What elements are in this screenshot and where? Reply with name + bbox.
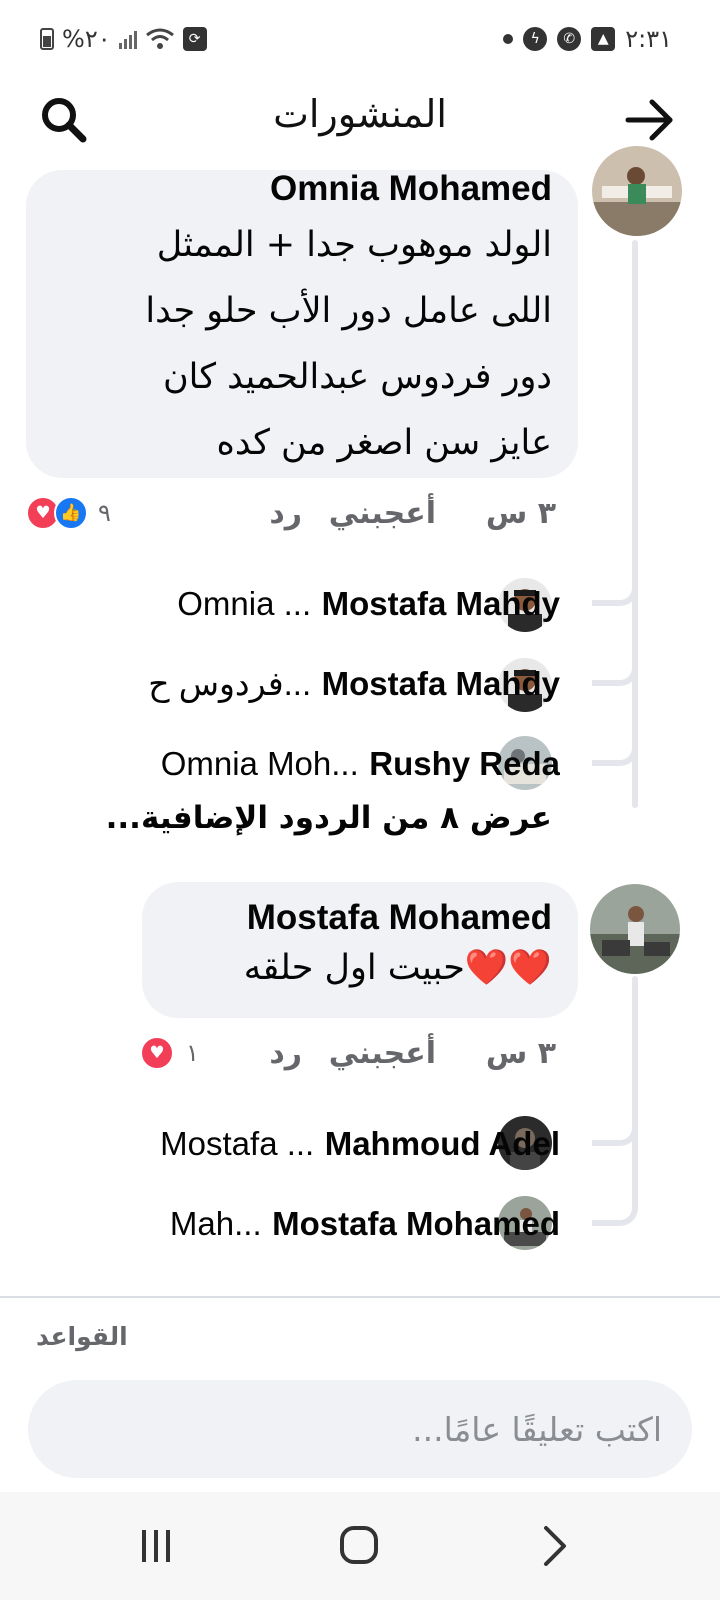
status-bar: %٢٠ ⟳ ϟ ✆ ▲ ٢:٣١ (0, 0, 720, 80)
comment-bubble[interactable]: Omnia Mohamed الولد موهوب جدا + الممثل ا… (26, 170, 578, 478)
rules-link[interactable]: القواعد (36, 1322, 128, 1351)
comment-input[interactable] (28, 1380, 692, 1478)
view-more-replies-link[interactable]: عرض ٨ من الردود الإضافية... (106, 800, 552, 836)
like-reaction-icon: 👍 (54, 496, 88, 530)
love-reaction-icon: ♥ (140, 1036, 174, 1070)
comment-actions: ٣ س أعجبني رد ♥ 👍 ٩ (26, 496, 556, 536)
reply-preview: Omnia Moh... (160, 745, 359, 782)
gallery-icon: ▲ (591, 27, 616, 51)
comment-time: ٣ س (485, 1036, 556, 1071)
reply-preview: Mostafa ... (160, 1125, 315, 1162)
reply-row[interactable]: Omnia ... Mostafa Mahdy (30, 576, 560, 632)
arrow-right-icon[interactable] (624, 94, 676, 146)
reply-connector (592, 576, 638, 606)
notification-dot-icon (503, 34, 514, 44)
comment-time: ٣ س (485, 496, 556, 531)
divider (0, 1296, 720, 1298)
data-saver-icon: ⟳ (182, 27, 207, 51)
comment-text-line: عايز سن اصغر من كده (216, 423, 552, 463)
signal-icon (118, 29, 137, 49)
page-title: المنشورات (273, 92, 447, 136)
reply-author[interactable]: Rushy Reda (369, 745, 560, 782)
comment-author[interactable]: Omnia Mohamed (46, 170, 552, 208)
reply-author[interactable]: Mostafa Mahdy (322, 585, 560, 622)
reaction-summary[interactable]: ♥ ١ (140, 1036, 199, 1070)
avatar[interactable] (592, 146, 682, 236)
status-left: %٢٠ ⟳ (40, 24, 207, 54)
thread-line (632, 240, 638, 808)
back-nav-icon[interactable] (524, 1520, 584, 1572)
comment-text-line: دور فردوس عبدالحميد كان (162, 357, 552, 397)
status-right: ϟ ✆ ▲ ٢:٣١ (503, 24, 672, 54)
reaction-count: ٩ (98, 499, 111, 527)
reply-connector (592, 736, 638, 766)
reply-connector (592, 1196, 638, 1226)
home-icon[interactable] (330, 1520, 390, 1572)
clock: ٢:٣١ (625, 25, 672, 53)
reply-preview: Omnia ... (177, 585, 312, 622)
comment-bubble[interactable]: Mostafa Mohamed ❤️❤️حبيت اول حلقه (142, 882, 578, 1018)
reply-author[interactable]: Mostafa Mahdy (322, 665, 560, 702)
reply-row[interactable]: Omnia Moh... Rushy Reda (30, 736, 560, 792)
reply-connector (592, 1116, 638, 1146)
reply-preview: فردوس ح... (148, 665, 312, 702)
reply-author[interactable]: Mostafa Mohamed (272, 1205, 560, 1242)
reply-author[interactable]: Mahmoud Adel (325, 1125, 560, 1162)
reply-row[interactable]: فردوس ح... Mostafa Mahdy (30, 656, 560, 712)
reply-connector (592, 656, 638, 686)
avatar[interactable] (590, 884, 680, 974)
comment-author[interactable]: Mostafa Mohamed (162, 896, 552, 940)
comment-text-line: الولد موهوب جدا + الممثل (156, 225, 552, 265)
thread-line (632, 976, 638, 1204)
recent-apps-icon[interactable] (126, 1520, 186, 1572)
reply-preview: Mah... (169, 1205, 262, 1242)
comment-text: ❤️❤️حبيت اول حلقه (243, 948, 552, 988)
reaction-count: ١ (186, 1039, 199, 1067)
whatsapp-icon: ✆ (557, 27, 582, 51)
avatar-photo (592, 146, 682, 236)
messenger-icon: ϟ (523, 27, 548, 51)
battery-icon (40, 28, 54, 50)
like-button[interactable]: أعجبني (329, 496, 436, 531)
wifi-icon (145, 28, 174, 49)
reply-button[interactable]: رد (269, 1036, 302, 1071)
reaction-summary[interactable]: ♥ 👍 ٩ (26, 496, 111, 530)
reply-row[interactable]: Mah... Mostafa Mohamed (30, 1196, 560, 1252)
comment-composer[interactable] (28, 1380, 692, 1478)
comment-actions: ٣ س أعجبني رد ♥ ١ (26, 1036, 556, 1076)
system-nav-bar (0, 1492, 720, 1600)
reply-button[interactable]: رد (269, 496, 302, 531)
reply-row[interactable]: Mostafa ... Mahmoud Adel (30, 1116, 560, 1172)
avatar-photo (590, 884, 680, 974)
like-button[interactable]: أعجبني (329, 1036, 436, 1071)
battery-percent: %٢٠ (62, 25, 111, 53)
comment-text-line: اللى عامل دور الأب حلو جدا (145, 291, 552, 331)
